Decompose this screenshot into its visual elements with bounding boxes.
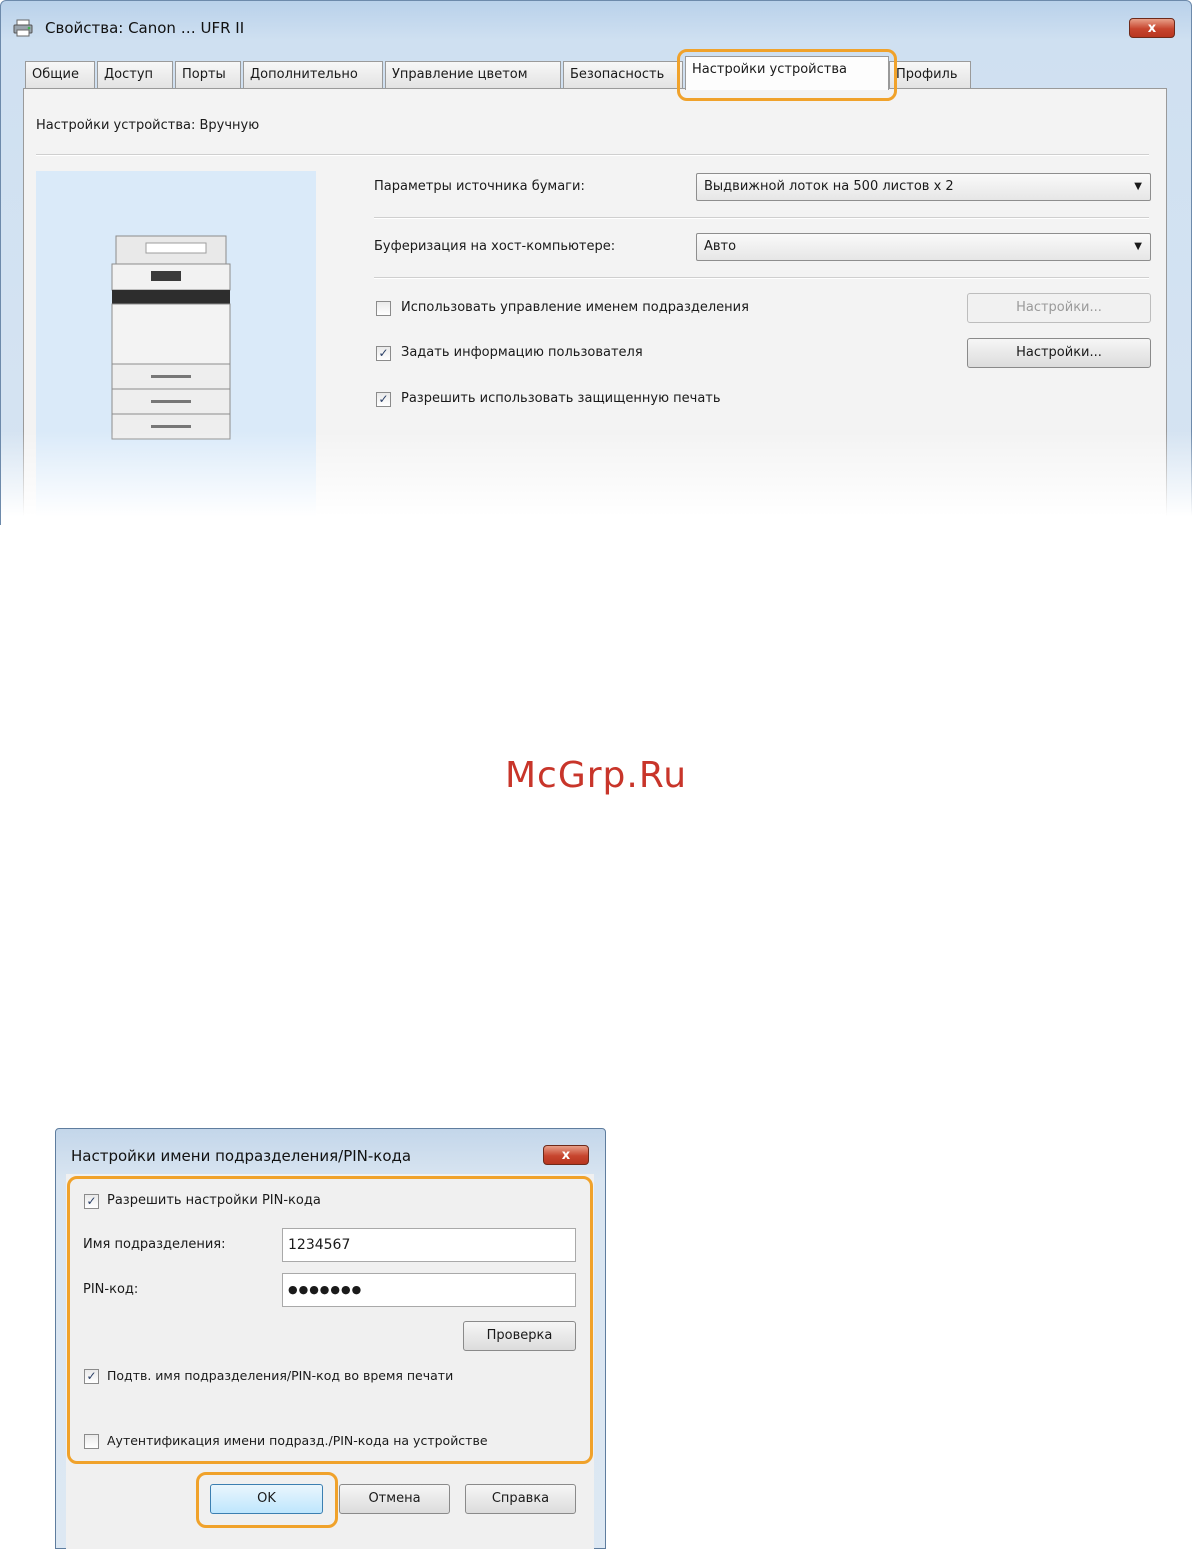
pin-label: PIN-код: bbox=[83, 1282, 139, 1297]
tab-label: Безопасность bbox=[570, 67, 665, 82]
dept-id-label: Использовать управление именем подраздел… bbox=[401, 300, 749, 315]
tab-label: Общие bbox=[32, 67, 79, 82]
authenticate-on-device-checkbox[interactable] bbox=[84, 1434, 99, 1449]
paper-source-label: Параметры источника бумаги: bbox=[374, 179, 585, 194]
divider bbox=[374, 217, 1149, 219]
verify-button[interactable]: Проверка bbox=[463, 1321, 576, 1351]
paper-source-value: Выдвижной лоток на 500 листов x 2 bbox=[704, 179, 954, 194]
printer-properties-window: Свойства: Canon … UFR II x Общие Доступ … bbox=[0, 0, 1192, 526]
check-icon: ✓ bbox=[86, 1369, 97, 1383]
check-icon: ✓ bbox=[86, 1194, 97, 1208]
user-info-label: Задать информацию пользователя bbox=[401, 345, 643, 360]
pin-input[interactable]: ●●●●●●● bbox=[282, 1273, 576, 1307]
tab-general[interactable]: Общие bbox=[25, 61, 95, 88]
dialog-close-button[interactable]: x bbox=[543, 1145, 589, 1165]
printer-illustration bbox=[111, 235, 231, 440]
printer-app-icon bbox=[13, 19, 35, 37]
allow-pin-label: Разрешить настройки PIN-кода bbox=[107, 1193, 321, 1208]
tab-security[interactable]: Безопасность bbox=[563, 61, 683, 88]
close-icon: x bbox=[1147, 20, 1157, 36]
check-icon: ✓ bbox=[378, 392, 389, 406]
tab-profile[interactable]: Профиль bbox=[889, 61, 971, 88]
spooling-label: Буферизация на хост-компьютере: bbox=[374, 239, 616, 254]
tab-advanced[interactable]: Дополнительно bbox=[243, 61, 383, 88]
settings-highlight bbox=[67, 1176, 593, 1464]
tab-sharing[interactable]: Доступ bbox=[97, 61, 173, 88]
divider bbox=[36, 154, 1149, 156]
check-icon: ✓ bbox=[378, 346, 389, 360]
tab-label: Управление цветом bbox=[392, 67, 528, 82]
chevron-down-icon: ▼ bbox=[1134, 181, 1142, 192]
authenticate-on-device-label: Аутентификация имени подразд./PIN-кода н… bbox=[107, 1433, 488, 1448]
user-info-settings-button[interactable]: Настройки... bbox=[967, 338, 1151, 368]
tab-highlight bbox=[677, 49, 897, 101]
dept-name-label: Имя подразделения: bbox=[83, 1237, 226, 1252]
close-button[interactable]: x bbox=[1129, 18, 1175, 38]
tab-label: Порты bbox=[182, 67, 226, 82]
spooling-select[interactable]: Авто ▼ bbox=[696, 233, 1151, 261]
watermark-text: McGrp.Ru bbox=[504, 755, 688, 796]
confirm-on-print-checkbox[interactable]: ✓ bbox=[84, 1369, 99, 1384]
window-title: Свойства: Canon … UFR II bbox=[45, 19, 245, 37]
dept-id-settings-button[interactable]: Настройки... bbox=[967, 293, 1151, 323]
tab-label: Профиль bbox=[896, 67, 958, 82]
confirm-on-print-label: Подтв. имя подразделения/PIN-код во врем… bbox=[107, 1368, 454, 1383]
device-settings-header: Настройки устройства: Вручную bbox=[36, 118, 260, 133]
printer-image-area bbox=[36, 171, 316, 526]
dialog-title: Настройки имени подразделения/PIN-кода bbox=[71, 1147, 412, 1165]
help-button[interactable]: Справка bbox=[465, 1484, 576, 1514]
dept-id-checkbox[interactable] bbox=[376, 301, 391, 316]
spooling-value: Авто bbox=[704, 239, 737, 254]
allow-pin-checkbox[interactable]: ✓ bbox=[84, 1194, 99, 1209]
paper-source-select[interactable]: Выдвижной лоток на 500 листов x 2 ▼ bbox=[696, 173, 1151, 201]
tab-label: Доступ bbox=[104, 67, 154, 82]
secure-print-label: Разрешить использовать защищенную печать bbox=[401, 391, 721, 406]
tab-color-management[interactable]: Управление цветом bbox=[385, 61, 561, 88]
cancel-button[interactable]: Отмена bbox=[339, 1484, 450, 1514]
tab-label: Дополнительно bbox=[250, 67, 358, 82]
ok-button[interactable]: OK bbox=[210, 1484, 323, 1514]
chevron-down-icon: ▼ bbox=[1134, 241, 1142, 252]
divider bbox=[374, 277, 1149, 279]
dept-name-input[interactable]: 1234567 bbox=[282, 1228, 576, 1262]
tab-ports[interactable]: Порты bbox=[175, 61, 241, 88]
user-info-checkbox[interactable]: ✓ bbox=[376, 346, 391, 361]
secure-print-checkbox[interactable]: ✓ bbox=[376, 392, 391, 407]
close-icon: x bbox=[561, 1147, 571, 1163]
